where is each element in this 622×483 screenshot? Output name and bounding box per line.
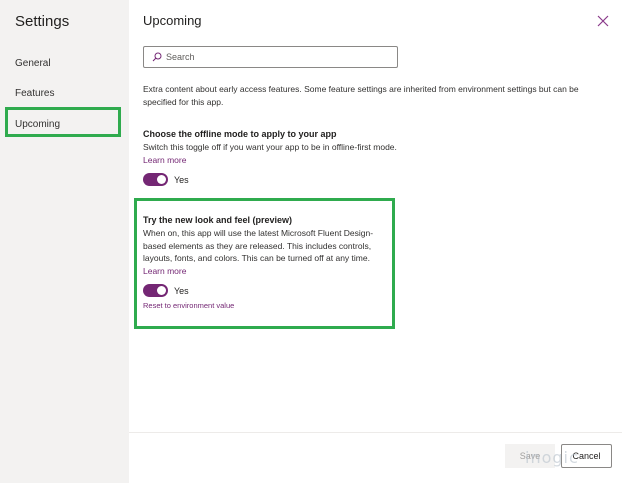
search-placeholder: Search: [166, 52, 195, 62]
new-look-toggle-row: Yes: [143, 284, 388, 297]
page-title: Upcoming: [143, 13, 202, 28]
offline-mode-title: Choose the offline mode to apply to your…: [143, 129, 337, 139]
settings-sidebar: Settings General Features Upcoming: [0, 0, 129, 483]
new-look-section: Try the new look and feel (preview) When…: [143, 214, 388, 310]
toggle-knob: [157, 175, 166, 184]
new-look-description: When on, this app will use the latest Mi…: [143, 228, 374, 263]
offline-mode-section: Choose the offline mode to apply to your…: [143, 128, 413, 186]
close-icon[interactable]: [596, 14, 610, 28]
new-look-toggle-label: Yes: [174, 285, 189, 296]
sidebar-item-features[interactable]: Features: [15, 88, 54, 99]
description-text: Extra content about early access feature…: [143, 84, 579, 107]
new-look-text: When on, this app will use the latest Mi…: [143, 227, 388, 277]
offline-mode-description: Switch this toggle off if you want your …: [143, 142, 397, 152]
offline-mode-toggle[interactable]: [143, 173, 168, 186]
sidebar-item-general[interactable]: General: [15, 58, 51, 69]
sidebar-title: Settings: [15, 13, 70, 30]
selected-item-highlight: [5, 107, 121, 137]
new-look-title: Try the new look and feel (preview): [143, 215, 293, 225]
reset-to-environment-link[interactable]: Reset to environment value: [143, 301, 388, 310]
new-look-toggle[interactable]: [143, 284, 168, 297]
offline-learn-more-link[interactable]: Learn more: [143, 155, 186, 165]
watermark-logo: inogic: [525, 448, 579, 467]
offline-mode-text: Switch this toggle off if you want your …: [143, 141, 413, 166]
new-look-learn-more-link[interactable]: Learn more: [143, 266, 186, 276]
search-icon: [152, 52, 162, 62]
offline-toggle-row: Yes: [143, 173, 413, 186]
offline-toggle-label: Yes: [174, 174, 189, 185]
search-input[interactable]: Search: [143, 46, 398, 68]
toggle-knob: [157, 286, 166, 295]
